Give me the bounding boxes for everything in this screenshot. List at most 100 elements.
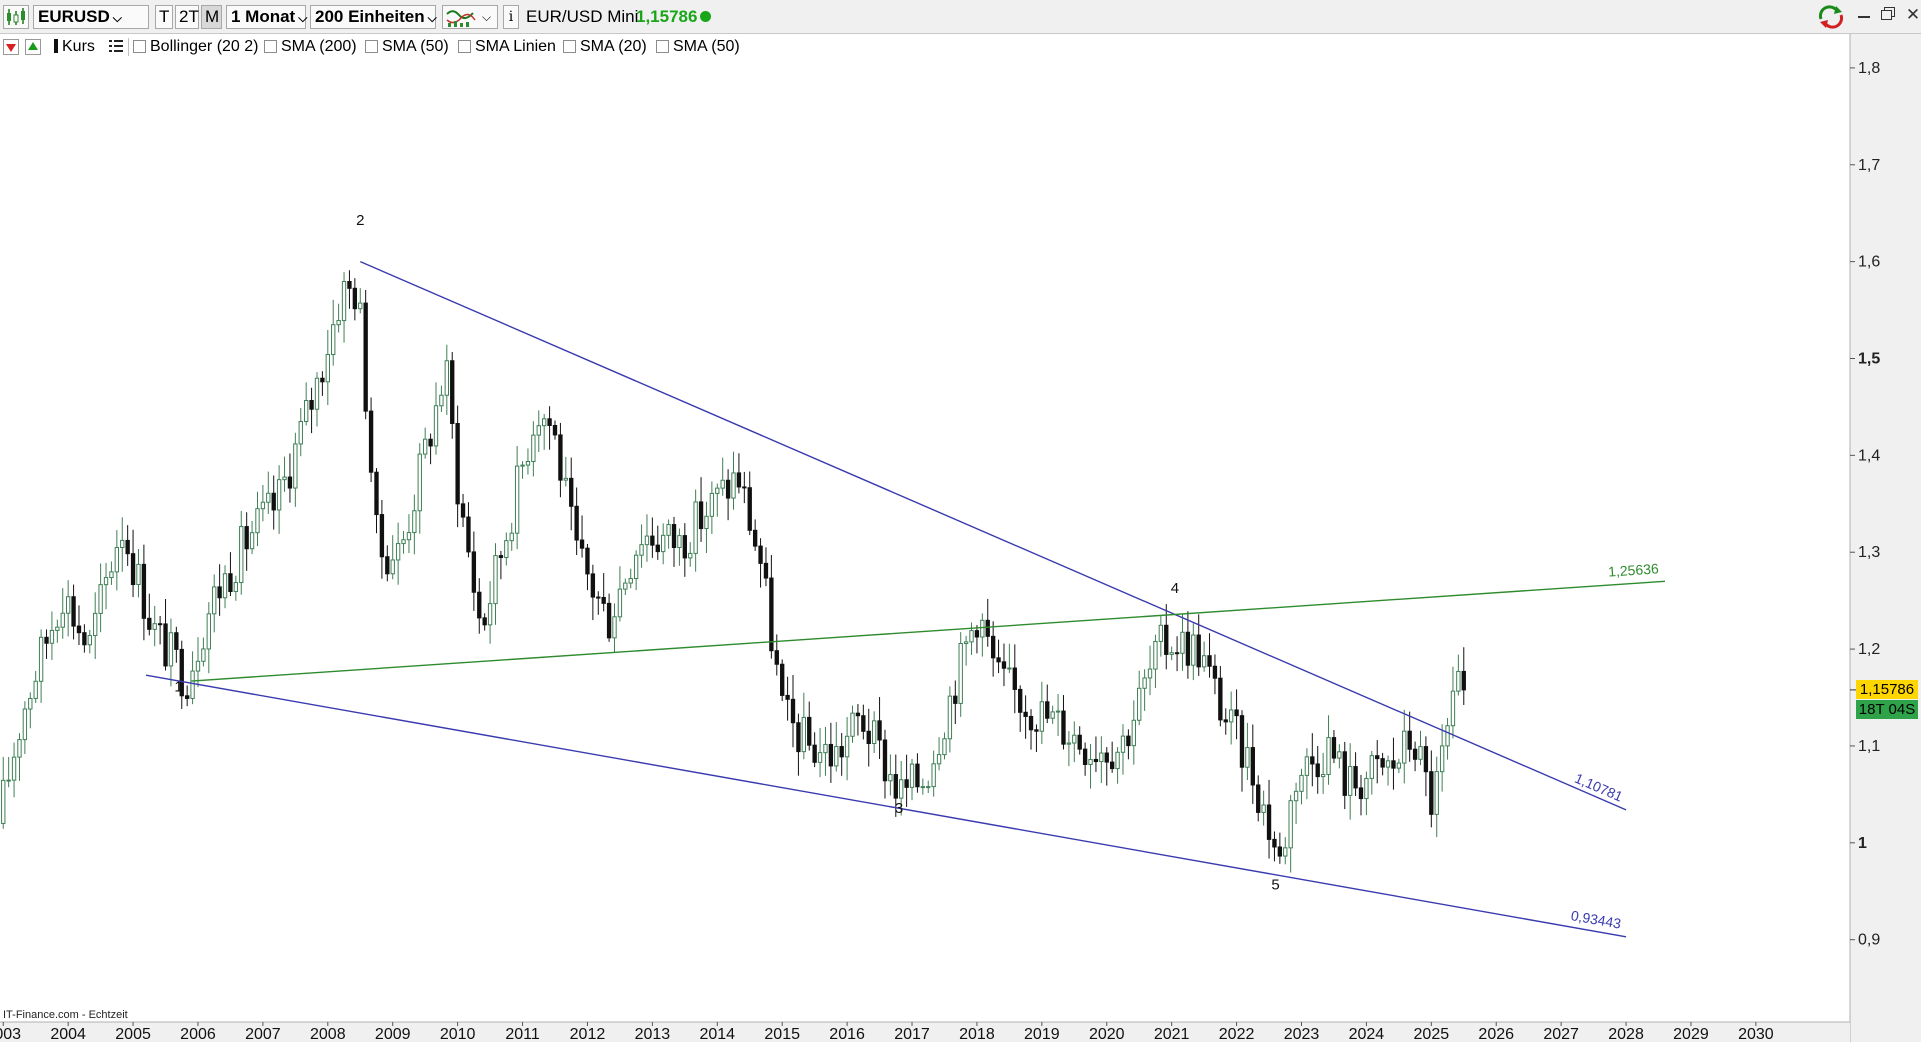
units-selector[interactable]: 200 Einheiten ⌵ [310,5,437,29]
candle-body-up [331,324,336,356]
candle-body-up [1158,624,1164,642]
x-tick-label: 2029 [1673,1026,1709,1042]
candle-body-up [1439,745,1445,773]
candle-body-up [222,573,228,599]
candle-body-down [379,514,385,558]
indicator-icon [446,10,476,27]
candle-body-down [839,746,844,758]
candle-body-up [395,543,401,561]
candle-body-down [1126,735,1131,747]
timeframe-m-button[interactable]: M [201,5,222,29]
candle-chart-icon[interactable] [3,5,29,29]
candle-body-up [233,582,239,593]
list-icon[interactable] [108,37,124,57]
candle-body-down [904,779,909,788]
candle-body-up [1347,766,1353,796]
candle-body-up [871,720,877,744]
candle-body-up [720,479,725,489]
candle [363,289,368,420]
info-icon[interactable]: i [503,5,519,29]
indicator-sma-linien[interactable]: SMA Linien [458,37,556,57]
candle-body-down [606,602,612,639]
candle-body-up [412,510,417,534]
candle-body-down [953,695,958,704]
y-tick-label: 1,8 [1858,60,1880,77]
candle-body-up [958,643,963,704]
period-selector[interactable]: 1 Monat ⌵ [226,5,308,29]
candle-body-down [428,438,433,447]
candle-body-down [574,505,579,541]
candle-body-down [763,562,769,579]
arrow-up-green-icon[interactable] [25,39,41,55]
candle-body-down [1218,677,1223,721]
indicator-checkbox[interactable] [365,40,378,53]
candle-body-up [1055,710,1061,713]
candle-body-down [861,715,866,732]
candle-body-up [1131,719,1136,747]
candle-body-up [1099,752,1104,763]
chart-area[interactable]: 1,107810,934431,2563612345 0,911,11,21,3… [0,0,1921,1042]
sync-icon[interactable] [1817,5,1845,34]
candle-body-up [1434,771,1439,815]
indicator-checkbox[interactable] [656,40,669,53]
candle-body-up [120,539,125,549]
candle-body-up [1191,634,1196,666]
timeframe-2t-button[interactable]: 2T [175,5,199,29]
candle-body-up [266,492,271,503]
candle-body-up [1201,655,1207,668]
candle-body-down [455,422,460,505]
arrow-down-red-icon[interactable] [3,39,19,55]
indicator-checkbox[interactable] [133,40,146,53]
candle-body-down [790,698,796,724]
candle-body-up [525,460,531,466]
x-tick-label: 2014 [699,1026,735,1042]
indicator-sma-50-b[interactable]: SMA (50) [656,37,740,57]
candle-body-up [1137,687,1142,721]
timeframe-t-button[interactable]: T [155,5,173,29]
candle-body-up [103,577,109,586]
candle-body-up [1120,735,1126,753]
candle-body-up [947,695,953,740]
restore-icon[interactable] [1881,6,1896,20]
chevron-down-icon: ⌵ [298,11,308,25]
candle-body-down [1045,701,1050,719]
kurs-item[interactable]: Kurs [54,37,95,57]
minimize-icon[interactable] [1857,6,1871,20]
candle-body-up [520,464,525,467]
indicator-menu[interactable]: ⌵ [442,5,498,29]
x-tick-label: 2019 [1024,1026,1060,1042]
candle-body-up [1418,746,1423,760]
x-tick-label: 2008 [310,1026,346,1042]
indicator-checkbox[interactable] [458,40,471,53]
candle-body-down [1342,751,1347,796]
indicator-sma-200[interactable]: SMA (200) [264,37,357,57]
candle-body-down [184,695,190,699]
chevron-down-icon: ⌵ [427,11,437,25]
indicator-checkbox[interactable] [264,40,277,53]
y-tick-label: 1,4 [1858,447,1880,464]
candle-body-down [482,617,487,626]
candle-body-down [1234,709,1239,717]
candle-body-up [1385,760,1391,768]
candle-body-down [1034,729,1039,732]
candle-body-up [536,425,541,436]
x-tick-label: 2016 [829,1026,865,1042]
candle-body-up [1304,756,1310,776]
chevron-down-icon: ⌵ [112,11,122,25]
indicator-checkbox[interactable] [563,40,576,53]
x-tick-label: 2023 [1284,1026,1320,1042]
candle-body-down [758,545,763,564]
candle-body-up [239,526,244,584]
x-tick-label: 2004 [50,1026,86,1042]
candle-body-down [1272,838,1277,848]
candle-body-up [715,487,720,494]
indicator-sma-50[interactable]: SMA (50) [365,37,449,57]
candle-body-up [963,641,969,645]
live-status-dot [700,11,711,22]
indicator-sma-20[interactable]: SMA (20) [563,37,647,57]
close-icon[interactable]: ✕ [1906,6,1920,23]
main-toolbar: EURUSD ⌵ T 2T M 1 Monat ⌵ 200 Einheiten ⌵ ⌵… [0,0,1921,34]
candle-body-down [1412,748,1418,760]
indicator-bollinger[interactable]: Bollinger (20 2) [133,37,259,57]
symbol-selector[interactable]: EURUSD ⌵ [33,5,149,29]
